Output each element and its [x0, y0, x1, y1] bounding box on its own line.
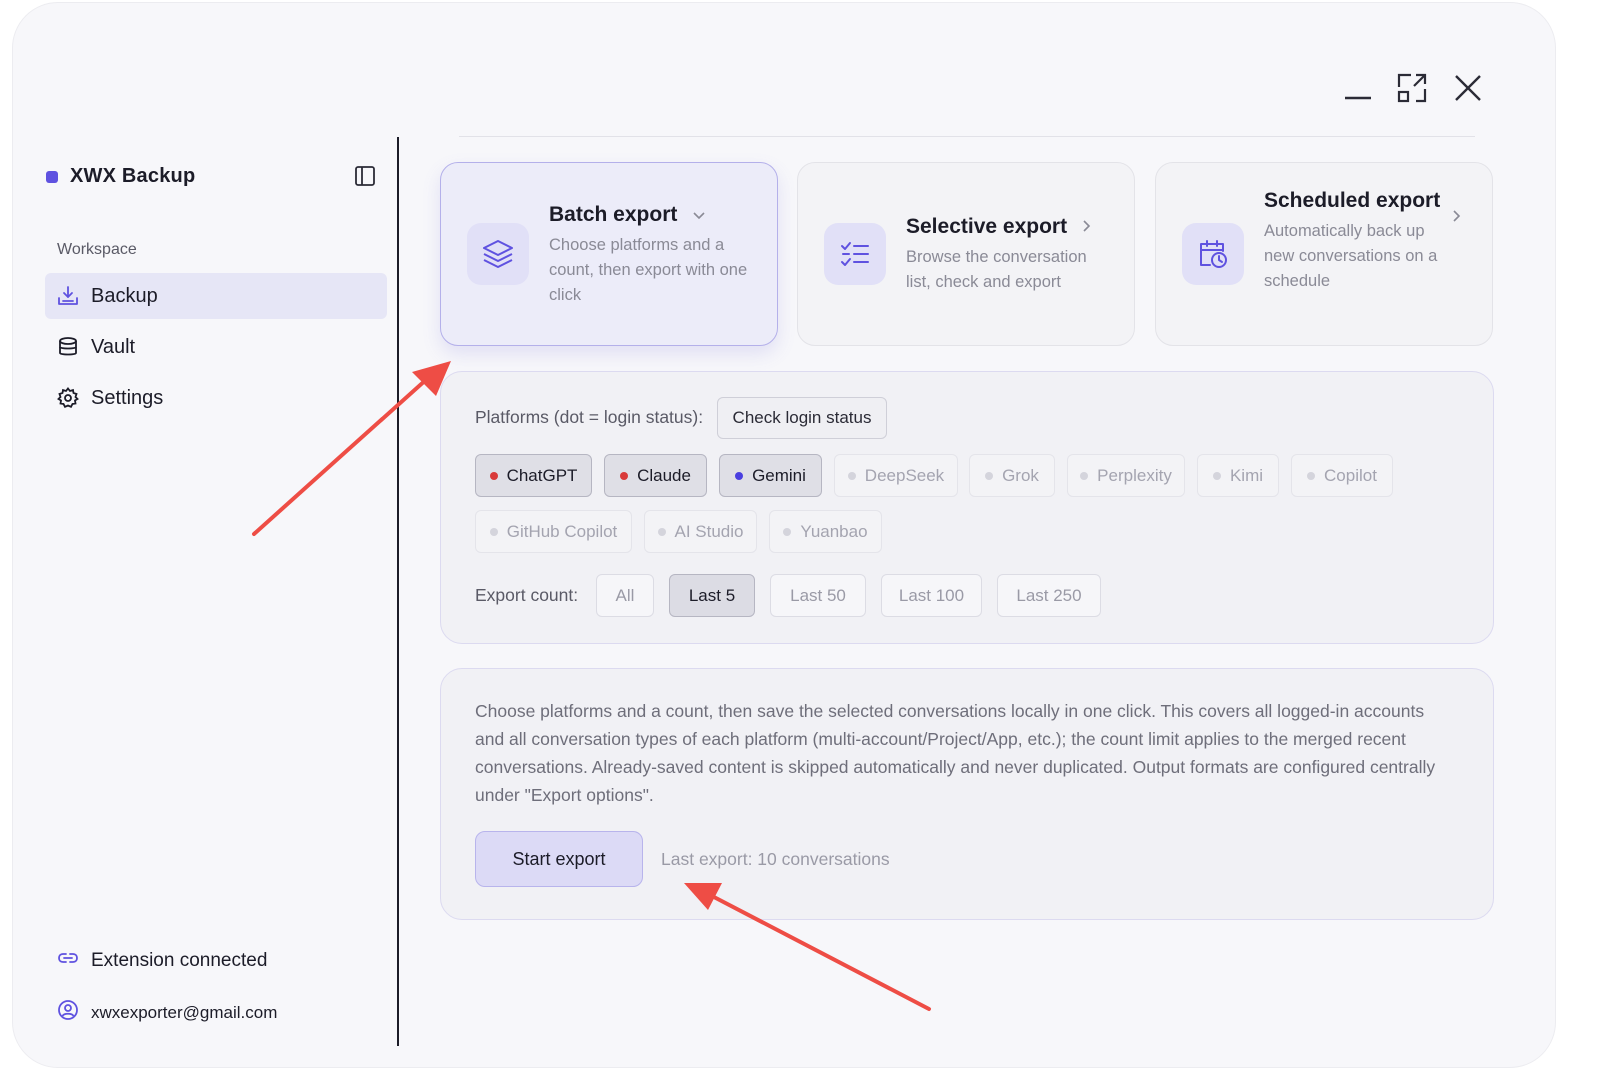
export-info-panel: Choose platforms and a count, then save … [440, 668, 1494, 920]
platform-chip-label: DeepSeek [864, 465, 945, 485]
export-count-option-last-50[interactable]: Last 50 [770, 574, 866, 617]
mode-title: Batch export [549, 203, 678, 226]
login-status-dot [985, 471, 994, 480]
account-email[interactable]: xwxexporter@gmail.com [57, 999, 277, 1026]
platform-chip-kimi[interactable]: Kimi [1197, 454, 1279, 497]
extension-status-label: Extension connected [91, 950, 268, 971]
checklist-icon [824, 223, 886, 285]
platform-chip-label: GitHub Copilot [506, 521, 618, 541]
mode-card-scheduled-export[interactable]: Scheduled export Automatically back up n… [1155, 162, 1493, 346]
platform-chip-label: Kimi [1229, 465, 1264, 485]
platform-chip-label: Claude [637, 465, 691, 485]
mode-description: Choose platforms and a count, then expor… [549, 236, 748, 304]
platform-chip-claude[interactable]: Claude [604, 454, 707, 497]
last-export-status: Last export: 10 conversations [661, 849, 890, 869]
platform-chip-label: ChatGPT [506, 465, 578, 485]
login-status-dot [657, 527, 666, 536]
maximize-icon[interactable] [1396, 72, 1428, 104]
sidebar: XWX Backup Workspace Backup Vault Settin… [34, 137, 399, 1046]
chevron-down-icon [692, 208, 706, 226]
account-email-label: xwxexporter@gmail.com [91, 1002, 278, 1022]
login-status-dot [783, 527, 792, 536]
mode-card-batch-export[interactable]: Batch export Choose platforms and a coun… [440, 162, 778, 346]
platforms-label: Platforms (dot = login status): [475, 407, 704, 427]
platform-chip-label: Perplexity [1097, 465, 1172, 485]
platform-chip-label: Copilot [1324, 465, 1377, 485]
sidebar-item-settings[interactable]: Settings [45, 375, 387, 421]
mode-title: Selective export [906, 215, 1068, 238]
platform-chip-chatgpt[interactable]: ChatGPT [475, 454, 592, 497]
login-status-dot [620, 471, 629, 480]
close-icon[interactable] [1452, 72, 1484, 104]
platform-chip-ai-studio[interactable]: AI Studio [644, 510, 757, 553]
login-status-dot [735, 471, 744, 480]
mode-description: Automatically back up new conversations … [1264, 222, 1438, 290]
mode-card-selective-export[interactable]: Selective export Browse the conversation… [797, 162, 1135, 346]
sidebar-item-label: Backup [91, 284, 158, 307]
sidebar-item-label: Settings [91, 386, 164, 409]
login-status-dot [1307, 471, 1316, 480]
sidebar-item-vault[interactable]: Vault [45, 324, 387, 370]
sidebar-item-backup[interactable]: Backup [45, 273, 387, 319]
batch-settings-panel: Platforms (dot = login status): Check lo… [440, 371, 1494, 644]
platform-chip-label: Yuanbao [800, 521, 868, 541]
brand-dot [46, 170, 58, 183]
platform-chip-deepseek[interactable]: DeepSeek [834, 454, 958, 497]
login-status-dot [1212, 471, 1221, 480]
chevron-right-icon [1452, 209, 1462, 228]
start-export-button[interactable]: Start export [475, 831, 643, 887]
sidebar-toggle-icon[interactable] [354, 165, 378, 189]
login-status-dot [489, 527, 498, 536]
check-login-status-button[interactable]: Check login status [717, 397, 887, 439]
brand-name: XWX Backup [70, 165, 196, 187]
export-count-label: Export count: [475, 585, 579, 605]
platform-chip-label: AI Studio [674, 521, 744, 541]
login-status-dot [489, 471, 498, 480]
platform-chip-gemini[interactable]: Gemini [719, 454, 822, 497]
platform-chip-label: Grok [1002, 465, 1039, 485]
export-count-option-last-250[interactable]: Last 250 [997, 574, 1101, 617]
platform-chip-github-copilot[interactable]: GitHub Copilot [475, 510, 632, 553]
platform-chip-grok[interactable]: Grok [969, 454, 1055, 497]
export-count-option-last-5[interactable]: Last 5 [669, 574, 755, 617]
platform-chip-label: Gemini [752, 465, 806, 485]
platform-chip-yuanbao[interactable]: Yuanbao [769, 510, 882, 553]
sidebar-item-label: Vault [91, 335, 136, 358]
login-status-dot [1080, 471, 1089, 480]
section-label-workspace: Workspace [57, 241, 137, 258]
chevron-right-icon [1082, 219, 1092, 238]
database-icon [57, 336, 79, 358]
login-status-dot [847, 471, 856, 480]
calendar-clock-icon [1182, 223, 1244, 285]
layers-icon [467, 223, 529, 285]
download-tray-icon [57, 285, 79, 307]
extension-status: Extension connected [57, 947, 267, 975]
export-count-option-last-100[interactable]: Last 100 [881, 574, 982, 617]
gear-icon [57, 387, 79, 409]
export-count-option-all[interactable]: All [596, 574, 654, 617]
platform-chip-copilot[interactable]: Copilot [1291, 454, 1393, 497]
brand: XWX Backup [46, 165, 195, 188]
top-divider [459, 136, 1475, 137]
mode-description: Browse the conversation list, check and … [906, 248, 1087, 291]
mode-title: Scheduled export [1264, 189, 1441, 212]
minimize-icon[interactable] [1342, 84, 1374, 108]
export-description: Choose platforms and a count, then save … [475, 701, 1436, 805]
user-circle-icon [57, 999, 79, 1026]
platform-chip-perplexity[interactable]: Perplexity [1067, 454, 1185, 497]
link-icon [57, 947, 79, 975]
